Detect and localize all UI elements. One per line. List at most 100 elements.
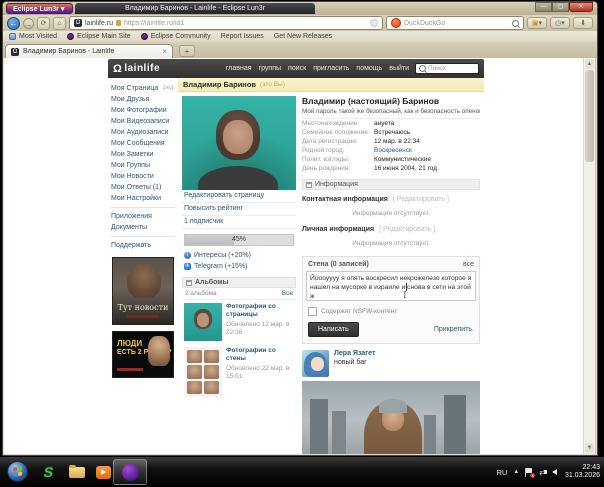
nsfw-checkbox[interactable] (308, 307, 317, 316)
album-title[interactable]: Фотографии со стены (226, 347, 294, 363)
albums-section-header[interactable]: Альбомы (182, 277, 296, 288)
back-button[interactable]: ← (7, 17, 20, 30)
sidebar-item-answers[interactable]: Мои Ответы (1) (111, 182, 175, 193)
volume-icon[interactable] (552, 469, 557, 475)
post-image[interactable] (302, 381, 480, 454)
sidebar-item-apps[interactable]: Приложения (111, 211, 175, 222)
forward-button[interactable]: → (23, 18, 34, 29)
profile-status[interactable]: Мой пароль такой же безопасный, как и бе… (302, 106, 480, 119)
profile-photo[interactable] (182, 96, 296, 190)
raise-rating-button[interactable]: Повысить рейтинг (182, 203, 296, 216)
download-button[interactable]: ⬇ (573, 17, 593, 29)
post-author-link[interactable]: Лера Язагет (334, 350, 375, 357)
page-scrollbar[interactable]: ▲ ▼ (583, 58, 595, 454)
wall-post-textarea[interactable]: Йоооуууу я опять воскресил некрожелезо к… (306, 271, 476, 301)
sidebar-item-friends[interactable]: Мои Друзья (111, 94, 175, 105)
site-identity-chip[interactable]: lainlife.ru (85, 20, 113, 27)
armored-man-helmet (379, 399, 407, 413)
sidebar-item-groups[interactable]: Мои Группы (111, 160, 175, 171)
taskbar-clock[interactable]: 22:43 31.03.2026 (565, 464, 600, 480)
web-search-bar[interactable]: DuckDuckGo (386, 16, 524, 30)
sidebar-item-messages[interactable]: Мои Сообщения (111, 138, 175, 149)
nav-home[interactable]: главная (226, 65, 252, 72)
search-icon[interactable] (512, 20, 519, 27)
language-indicator[interactable]: RU (496, 468, 507, 477)
album-item[interactable]: Фотографии со стены Обновлено 22 мар. в … (182, 344, 296, 400)
tab-close-icon[interactable]: × (162, 47, 167, 56)
taskbar-eclipse-browser-active[interactable] (113, 459, 147, 485)
edit-personal-link[interactable]: [ Редактировать ] (379, 226, 435, 233)
bookmark-eclipse-community[interactable]: Eclipse Community (141, 33, 211, 40)
sidebar-item-settings[interactable]: Мои Настройки (111, 193, 175, 204)
nav-logout[interactable]: выйти (389, 65, 409, 72)
active-tab[interactable]: Ω Владимир Баринов - Lainlife × (5, 44, 173, 58)
url-text[interactable]: https://lainlife.ru/id1 (124, 20, 184, 27)
wall-all-link[interactable]: все (463, 261, 474, 268)
bookmarks-menu-button[interactable]: ▣▾ (527, 17, 547, 29)
refresh-button[interactable]: ⟳ (37, 17, 50, 30)
subscribers-link[interactable]: 1 подписчик (182, 216, 296, 229)
sidebar-item-my-page[interactable]: Моя Страница ред. (111, 83, 175, 94)
profile-header-strip: Владимир Баринов (это Вы) (178, 78, 484, 92)
hometown-link[interactable]: Воскресенск (374, 146, 412, 155)
donate-banner-image[interactable]: ЛЮДИ ЕСТЬ 2 РУБЛЯ? (112, 331, 174, 378)
bookmark-report-issues[interactable]: Report Issues (221, 33, 264, 40)
chevron-down-icon: ▾ (61, 6, 65, 13)
close-button[interactable]: ✕ (569, 2, 593, 12)
minimize-button[interactable]: — (535, 2, 552, 12)
telegram-boost-link[interactable]: ✈ Telegram (+15%) (182, 261, 296, 272)
sidebar-item-photos[interactable]: Мои Фотографии (111, 105, 175, 116)
album-thumbnail[interactable] (184, 303, 222, 341)
left-sidebar: Моя Страница ред. Мои Друзья Мои Фотогра… (108, 78, 178, 454)
album-item[interactable]: Фотографии со страницы Обновлено 12 мар.… (182, 300, 296, 344)
scroll-down-arrow[interactable]: ▼ (585, 443, 594, 453)
album-title[interactable]: Фотографии со страницы (226, 303, 294, 319)
bookmark-star-icon[interactable] (370, 19, 378, 27)
nav-search[interactable]: поиск (288, 65, 306, 72)
nav-groups[interactable]: группы (259, 65, 281, 72)
bookmark-get-new-releases[interactable]: Get New Releases (274, 33, 332, 40)
post-button[interactable]: Написать (308, 322, 359, 337)
bookmark-eclipse-main-site[interactable]: Eclipse Main Site (67, 33, 131, 40)
album-thumbnail[interactable] (184, 347, 222, 397)
app-menu-button[interactable]: Eclipse Lun3r ▾ (6, 3, 73, 14)
action-center-icon[interactable]: ✕ (525, 468, 533, 477)
history-menu-button[interactable]: ◷▾ (550, 17, 570, 29)
post-author-avatar[interactable] (302, 350, 329, 377)
sidebar-item-news[interactable]: Мои Новости (111, 171, 175, 182)
nav-help[interactable]: помощь (356, 65, 382, 72)
site-search-input[interactable]: Поиск (415, 63, 479, 74)
sidebar-item-documents[interactable]: Документы (111, 222, 175, 233)
information-section-header[interactable]: Информация (302, 179, 480, 190)
detail-value: 12 мар. в 22:34 (374, 137, 420, 146)
url-bar[interactable]: Ω lainlife.ru https://lainlife.ru/id1 (69, 16, 383, 30)
duckduckgo-icon[interactable] (391, 18, 401, 28)
attach-link[interactable]: Прикрепить. (434, 326, 474, 333)
profile-right-column: Владимир (настоящий) Баринов Мой пароль … (302, 96, 480, 454)
taskbar-explorer[interactable] (64, 461, 90, 483)
nsfw-checkbox-row[interactable]: Содержит NSFW-контент (308, 307, 474, 316)
scrollbar-thumb[interactable] (585, 70, 594, 162)
taskbar-app-snake[interactable]: S (36, 461, 62, 483)
tray-expand-arrow[interactable]: ▲ (513, 469, 519, 475)
web-search-placeholder[interactable]: DuckDuckGo (404, 20, 509, 27)
maximize-button[interactable]: ▢ (552, 2, 569, 12)
sidebar-item-videos[interactable]: Мои Видеозаписи (111, 116, 175, 127)
scroll-up-arrow[interactable]: ▲ (585, 59, 594, 69)
edit-page-link[interactable]: ред. (163, 83, 175, 94)
interests-boost-link[interactable]: i Интересы (+20%) (182, 250, 296, 261)
albums-all-link[interactable]: Все (282, 290, 293, 297)
page-viewport: Ω lainlife главная группы поиск пригласи… (4, 58, 595, 454)
sidebar-item-audio[interactable]: Мои Аудиозаписи (111, 127, 175, 138)
start-button[interactable] (7, 461, 28, 482)
home-button[interactable]: ⌂ (53, 17, 66, 30)
sidebar-item-notes[interactable]: Мои Заметки (111, 149, 175, 160)
edit-contact-link[interactable]: [ Редактировать ] (393, 196, 449, 203)
new-tab-button[interactable]: + (179, 45, 195, 57)
edit-page-button[interactable]: Редактировать страницу (182, 190, 296, 203)
site-logo[interactable]: Ω lainlife (113, 63, 160, 75)
bookmark-most-visited[interactable]: Most Visited (9, 33, 57, 40)
nav-invite[interactable]: пригласить (313, 65, 349, 72)
news-banner-image[interactable]: Тут новости (112, 257, 174, 325)
sidebar-item-support[interactable]: Поддержать (111, 240, 175, 251)
